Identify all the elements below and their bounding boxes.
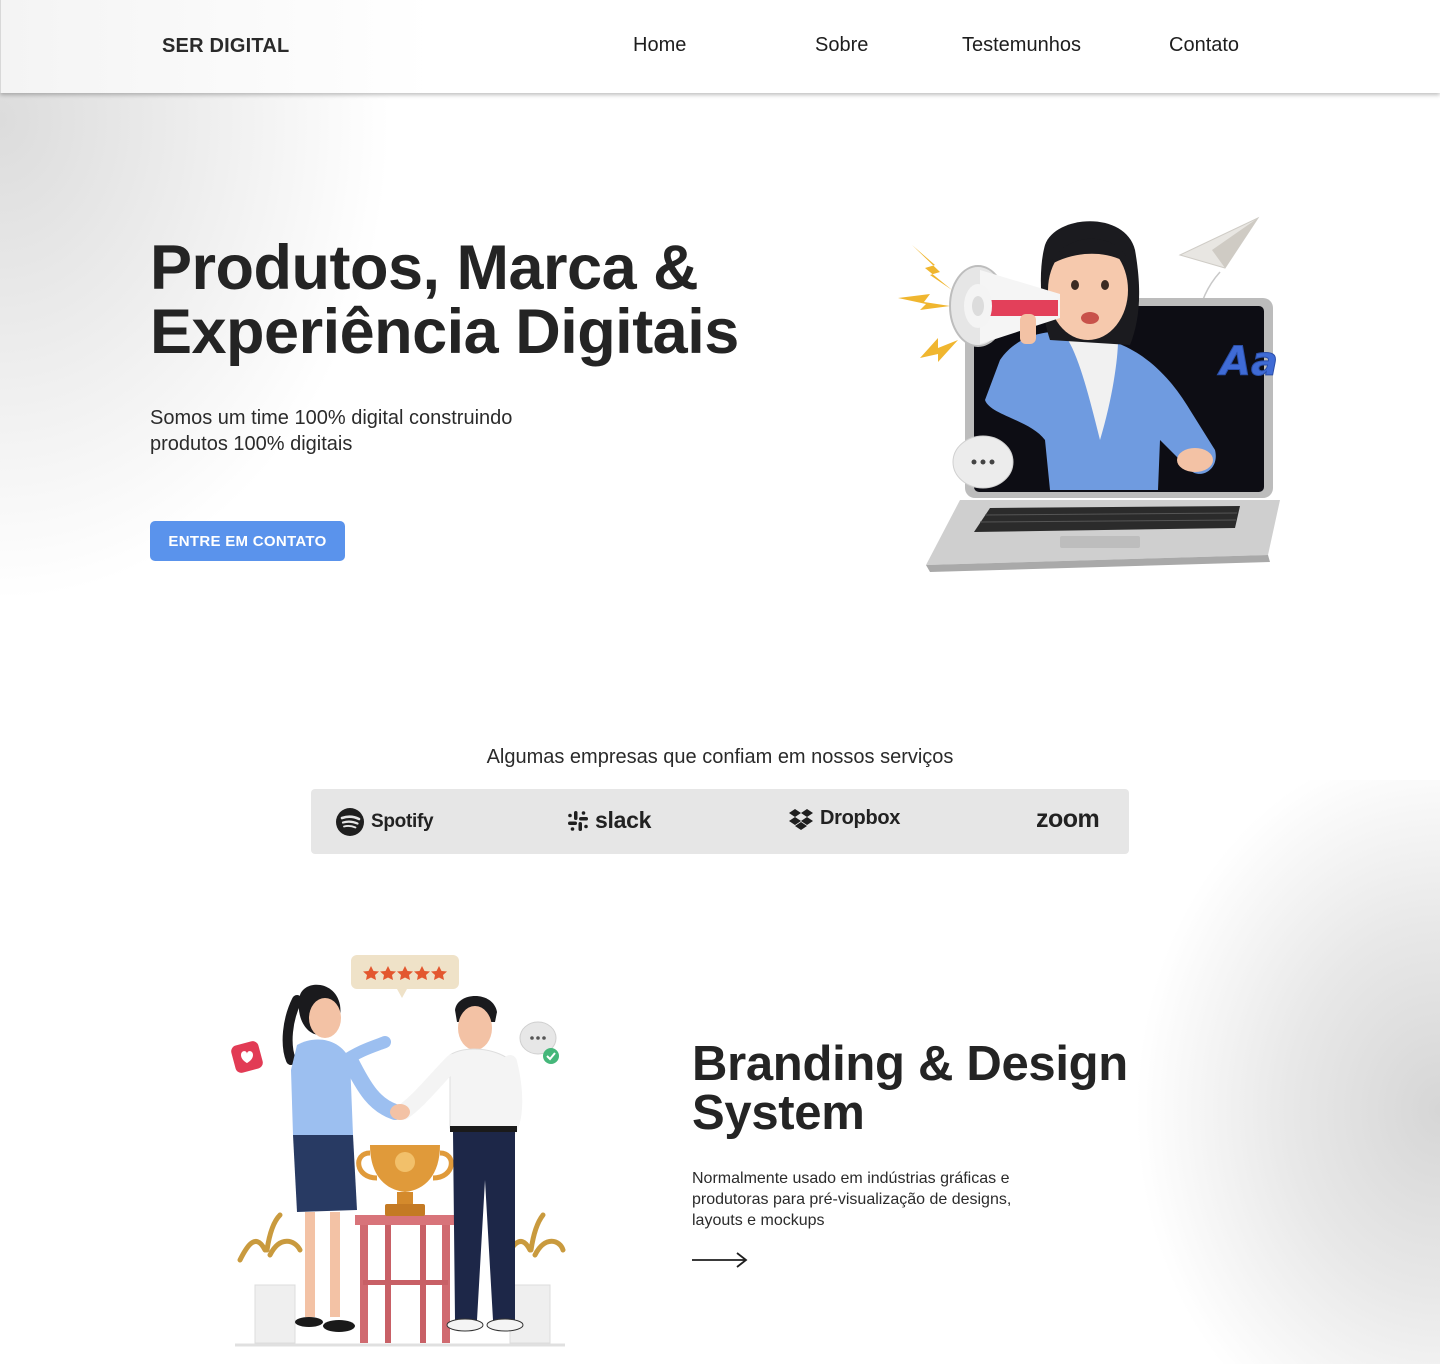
branding-section-description: Normalmente usado em indústrias gráficas…	[692, 1168, 1062, 1231]
brand-zoom-name: zoom	[1036, 805, 1100, 833]
branding-desc-line-1: Normalmente usado em indústrias gráficas…	[692, 1170, 1010, 1187]
heart-badge-icon	[231, 1041, 263, 1073]
brand-spotify-name: Spotify	[371, 811, 434, 832]
site-header: SER DIGITAL Home Sobre Testemunhos Conta…	[0, 0, 1440, 93]
plant-left-icon	[237, 1212, 303, 1344]
hero-subtitle: Somos um time 100% digital construindo p…	[150, 405, 570, 457]
lightning-icon	[898, 245, 958, 362]
logo[interactable]: SER DIGITAL	[162, 35, 289, 58]
branding-desc-line-3: layouts e mockups	[692, 1212, 825, 1229]
partners-title: Algumas empresas que confiam em nossos s…	[486, 746, 954, 768]
brand-dropbox[interactable]: Dropbox	[788, 807, 900, 830]
contact-cta-button[interactable]: ENTRE EM CONTATO	[150, 521, 345, 561]
rating-stars-icon	[351, 955, 459, 998]
hero-title-line-1: Produtos, Marca &	[150, 233, 699, 303]
nav-sobre[interactable]: Sobre	[815, 34, 868, 57]
brand-spotify[interactable]: Spotify	[335, 807, 434, 837]
dropbox-icon	[789, 808, 813, 830]
branding-section-title: Branding & Design System	[692, 1040, 1172, 1138]
branding-desc-line-2: produtoras para pré-visualização de desi…	[692, 1191, 1012, 1208]
partners-logo-bar: Spotify slack Dropbox zoom	[311, 789, 1129, 854]
arrow-right-icon[interactable]	[692, 1250, 748, 1270]
slack-icon	[568, 810, 588, 831]
brand-zoom[interactable]: zoom	[1036, 805, 1100, 834]
trophy-icon	[356, 1145, 454, 1216]
handshake-icon	[390, 1104, 410, 1120]
hero-subtitle-line-1: Somos um time 100% digital construindo	[150, 407, 513, 429]
hero-illustration: Aa	[898, 216, 1280, 572]
chat-check-icon	[519, 1021, 559, 1064]
hero-title-line-2: Experiência Digitais	[150, 297, 739, 367]
brand-slack[interactable]: slack	[567, 807, 651, 834]
nav-contato[interactable]: Contato	[1169, 34, 1239, 57]
table-icon	[355, 1215, 455, 1343]
branding-title-line-2: System	[692, 1086, 865, 1140]
branding-title-line-1: Branding & Design	[692, 1037, 1128, 1091]
brand-dropbox-name: Dropbox	[820, 807, 901, 829]
spotify-icon	[336, 808, 364, 836]
brand-slack-name: slack	[595, 807, 652, 833]
typography-aa-icon: Aa	[1217, 339, 1278, 385]
chat-bubble-icon	[952, 435, 1014, 489]
hero-title: Produtos, Marca & Experiência Digitais	[150, 236, 830, 364]
branding-illustration	[231, 955, 566, 1347]
nav-testemunhos[interactable]: Testemunhos	[962, 34, 1081, 57]
hero-subtitle-line-2: produtos 100% digitais	[150, 433, 353, 455]
nav-home[interactable]: Home	[633, 34, 686, 57]
